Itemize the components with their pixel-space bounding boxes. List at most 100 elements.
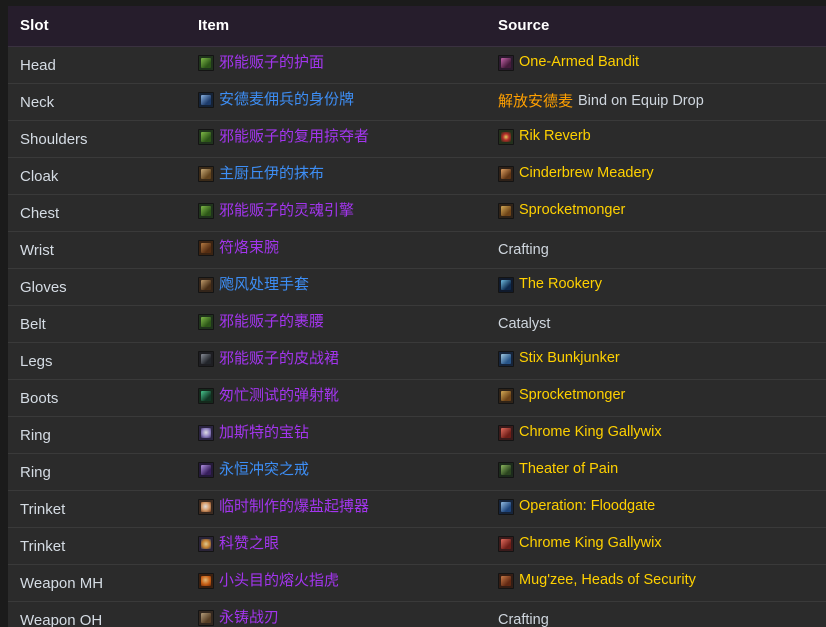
item-cell: 科赞之眼: [186, 528, 486, 565]
item-link[interactable]: 永铸战刃: [198, 609, 279, 627]
source-name[interactable]: One-Armed Bandit: [519, 54, 639, 71]
source-entry[interactable]: Operation: Floodgate: [498, 498, 655, 515]
slot-cell: Legs: [20, 352, 53, 370]
source-name: Crafting: [498, 241, 549, 258]
item-name: 符烙束腕: [219, 238, 280, 256]
zone-operation-floodgate-icon: [498, 499, 514, 515]
item-name: 小头目的熔火指虎: [219, 571, 340, 589]
table-row: Weapon OH 永铸战刃 Crafting: [8, 601, 826, 627]
ring-purple-icon: [198, 462, 214, 479]
gear-table-header-row: Slot Item Source: [8, 6, 826, 47]
item-name: 飑风处理手套: [219, 275, 310, 293]
item-link[interactable]: 飑风处理手套: [198, 275, 310, 294]
slot-cell: Head: [20, 56, 56, 74]
item-cell: 安德麦佣兵的身份牌: [186, 84, 486, 121]
slot-cell: Shoulders: [20, 130, 88, 148]
slot-cell: Trinket: [20, 537, 66, 555]
slot-cell: Ring: [20, 463, 51, 481]
item-link[interactable]: 邪能贩子的灵魂引擎: [198, 202, 354, 220]
item-name: 科赞之眼: [219, 534, 280, 552]
slot-cell: Weapon OH: [20, 611, 103, 627]
source-name[interactable]: Rik Reverb: [519, 128, 591, 145]
source-cell: Rik Reverb: [486, 121, 826, 158]
source-name[interactable]: Stix Bunkjunker: [519, 350, 620, 367]
item-cell: 符烙束腕: [186, 232, 486, 269]
source-name[interactable]: Cinderbrew Meadery: [519, 165, 654, 182]
column-header-slot[interactable]: Slot: [8, 6, 186, 47]
source-cell: Sprocketmonger: [486, 195, 826, 232]
source-entry[interactable]: 解放安德麦 Bind on Equip Drop: [498, 93, 704, 111]
item-link[interactable]: 安德麦佣兵的身份牌: [198, 91, 354, 109]
item-link[interactable]: 邪能贩子的护面: [198, 54, 324, 72]
item-link[interactable]: 邪能贩子的裹腰: [198, 312, 325, 331]
slot-cell: Chest: [20, 204, 60, 222]
slot-cell: Boots: [20, 389, 59, 407]
item-cell: 邪能贩子的灵魂引擎: [186, 195, 486, 232]
source-name[interactable]: The Rookery: [519, 276, 602, 293]
item-link[interactable]: 邪能贩子的复用掠夺者: [198, 128, 369, 146]
source-entry[interactable]: Stix Bunkjunker: [498, 350, 620, 367]
chest-felgreen-icon: [198, 203, 214, 220]
source-cell: Mug'zee, Heads of Security: [486, 565, 826, 602]
source-name[interactable]: Mug'zee, Heads of Security: [519, 572, 696, 589]
slot-cell: Weapon MH: [20, 574, 104, 592]
source-name[interactable]: Sprocketmonger: [519, 202, 625, 219]
source-cell: Sprocketmonger: [486, 380, 826, 417]
source-cell: Cinderbrew Meadery: [486, 158, 826, 195]
source-cell: One-Armed Bandit: [486, 47, 826, 84]
source-name[interactable]: Chrome King Gallywix: [519, 424, 662, 441]
source-name[interactable]: Chrome King Gallywix: [519, 535, 662, 552]
item-cell: 邪能贩子的皮战裙: [186, 343, 486, 380]
source-cell: Chrome King Gallywix: [486, 528, 826, 565]
item-link[interactable]: 科赞之眼: [198, 534, 280, 553]
item-link[interactable]: 主厨丘伊的抹布: [198, 165, 324, 183]
source-cell: Catalyst: [486, 306, 826, 343]
item-link[interactable]: 永恒冲突之戒: [198, 461, 309, 479]
source-name[interactable]: Operation: Floodgate: [519, 498, 655, 515]
table-row: Boots 匆忙测试的弹射靴 Sprocketmonger: [8, 379, 826, 417]
source-entry[interactable]: Cinderbrew Meadery: [498, 165, 654, 182]
source-entry[interactable]: Chrome King Gallywix: [498, 424, 662, 441]
item-cell: 小头目的熔火指虎: [186, 565, 486, 602]
boss-sprocketmonger-icon: [498, 203, 514, 219]
boss-rik-reverb-icon: [498, 129, 514, 145]
source-cell: The Rookery: [486, 269, 826, 306]
item-name: 邪能贩子的皮战裙: [219, 349, 340, 367]
item-link[interactable]: 符烙束腕: [198, 238, 280, 257]
table-row: Trinket 科赞之眼 Chrome King Gallywix: [8, 527, 826, 565]
source-entry[interactable]: Rik Reverb: [498, 128, 591, 145]
source-entry[interactable]: Mug'zee, Heads of Security: [498, 572, 696, 589]
source-entry[interactable]: Sprocketmonger: [498, 387, 625, 404]
slot-cell: Belt: [20, 315, 46, 333]
item-link[interactable]: 临时制作的爆盐起搏器: [198, 497, 370, 516]
source-cell: Stix Bunkjunker: [486, 343, 826, 380]
item-link[interactable]: 加斯特的宝钻: [198, 423, 310, 442]
zone-the-rookery-icon: [498, 277, 514, 293]
weapon-fist-icon: [198, 573, 214, 590]
item-cell: 加斯特的宝钻: [186, 417, 486, 454]
table-row: Wrist 符烙束腕 Crafting: [8, 231, 826, 269]
item-link[interactable]: 小头目的熔火指虎: [198, 571, 340, 590]
table-row: Legs 邪能贩子的皮战裙 Stix Bunkjunker: [8, 342, 826, 380]
item-link[interactable]: 邪能贩子的皮战裙: [198, 349, 340, 368]
item-name: 加斯特的宝钻: [219, 423, 310, 441]
source-name[interactable]: Bind on Equip Drop: [578, 93, 704, 110]
column-header-source[interactable]: Source: [486, 6, 826, 47]
source-entry[interactable]: One-Armed Bandit: [498, 54, 639, 71]
item-name: 临时制作的爆盐起搏器: [219, 497, 370, 515]
source-name[interactable]: Sprocketmonger: [519, 387, 625, 404]
item-name: 邪能贩子的裹腰: [219, 312, 325, 330]
source-entry[interactable]: Chrome King Gallywix: [498, 535, 662, 552]
item-link[interactable]: 匆忙测试的弹射靴: [198, 387, 339, 405]
source-entry[interactable]: Theater of Pain: [498, 461, 618, 478]
source-name[interactable]: Theater of Pain: [519, 461, 618, 478]
source-entry[interactable]: Sprocketmonger: [498, 202, 625, 219]
table-row: Shoulders 邪能贩子的复用掠夺者 Rik Reverb: [8, 120, 826, 158]
item-cell: 主厨丘伊的抹布: [186, 158, 486, 195]
column-header-item[interactable]: Item: [186, 6, 486, 47]
source-zone-prefix[interactable]: 解放安德麦: [498, 93, 573, 111]
source-entry[interactable]: The Rookery: [498, 276, 602, 293]
belt-felgreen-icon: [198, 314, 214, 331]
wrist-leather-icon: [198, 240, 214, 257]
boots-green-icon: [198, 388, 214, 405]
